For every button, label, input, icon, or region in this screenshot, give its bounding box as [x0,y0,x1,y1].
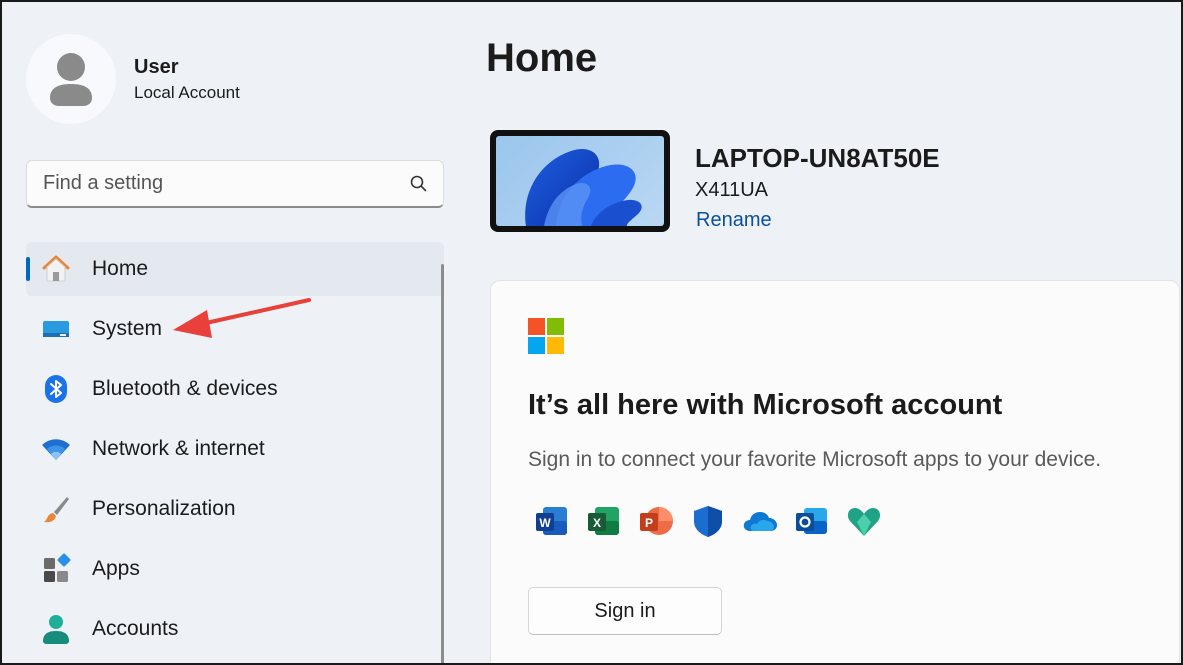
app-icons-row: W X P [534,503,898,539]
apps-icon [40,553,72,585]
search-icon[interactable] [409,174,429,194]
page-title: Home [486,36,598,80]
wifi-icon [40,433,72,465]
sidebar-item-apps[interactable]: Apps [26,542,444,596]
card-subtitle: Sign in to connect your favorite Microso… [528,448,1102,471]
microsoft-account-card: It’s all here with Microsoft account Sig… [490,280,1180,663]
avatar [26,34,116,124]
device-name: LAPTOP-UN8AT50E [695,143,940,173]
powerpoint-icon: P [640,507,673,535]
excel-icon: X [588,507,619,535]
system-icon [40,313,72,345]
sidebar-item-label: Home [92,257,149,280]
card-title: It’s all here with Microsoft account [528,389,1003,421]
device-thumbnail [490,130,670,232]
rename-link[interactable]: Rename [696,209,772,232]
sidebar-item-label: Bluetooth & devices [92,377,278,400]
sidebar-item-accounts[interactable]: Accounts [26,602,444,656]
sidebar-item-personalization[interactable]: Personalization [26,482,444,536]
word-icon: W [536,507,567,535]
sidebar-item-label: Personalization [92,497,236,520]
sidebar-item-network[interactable]: Network & internet [26,422,444,476]
sidebar-item-label: Accounts [92,617,179,640]
wallpaper-image [496,136,664,226]
user-profile[interactable]: User Local Account [26,34,240,124]
sidebar-item-bluetooth[interactable]: Bluetooth & devices [26,362,444,416]
paintbrush-icon [40,493,72,525]
annotation-arrow-icon [173,298,311,338]
home-icon [40,253,72,285]
search-input[interactable] [43,172,409,195]
microsoft-logo-icon [528,318,564,354]
sidebar-item-label: Network & internet [92,437,265,460]
settings-window: User Local Account Home [0,0,1183,665]
accounts-icon [40,613,72,645]
sidebar-item-label: Apps [92,557,140,580]
svg-text:P: P [645,516,653,530]
account-type: Local Account [134,82,240,102]
defender-icon [694,506,722,537]
outlook-icon [796,508,827,534]
search-box[interactable] [26,160,444,208]
svg-text:X: X [593,516,601,530]
bluetooth-icon [40,373,72,405]
person-icon [50,53,92,106]
device-model: X411UA [695,179,769,201]
sign-in-button[interactable]: Sign in [528,587,722,635]
family-icon [847,508,881,536]
user-name: User [134,55,179,78]
onedrive-icon [743,512,777,531]
sidebar-item-home[interactable]: Home [26,242,444,296]
sidebar-item-label: System [92,317,163,340]
svg-text:W: W [539,516,551,530]
sidebar-scrollbar[interactable] [441,264,444,663]
